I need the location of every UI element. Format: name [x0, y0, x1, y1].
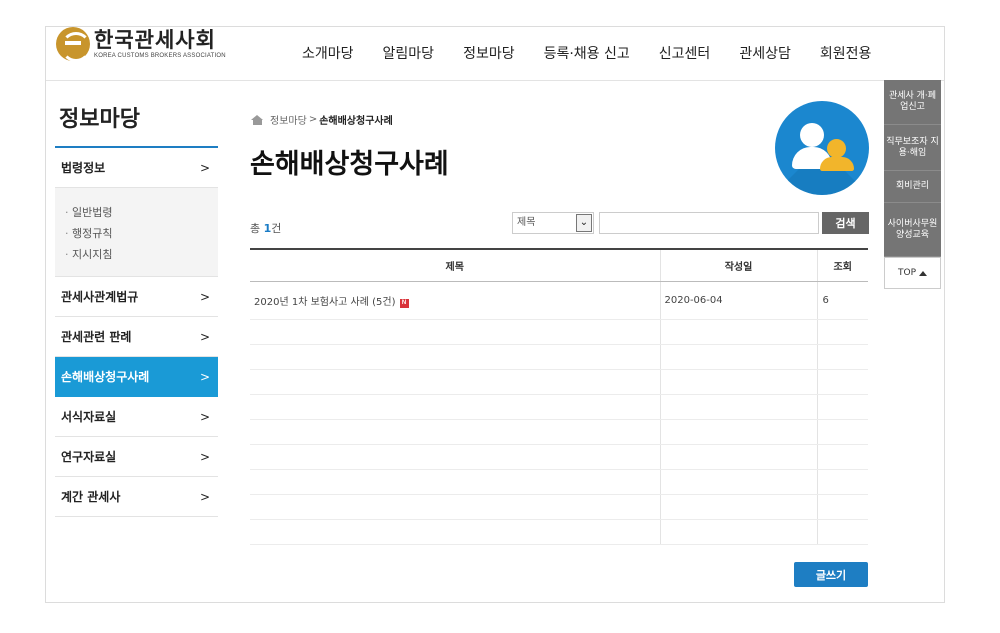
- quick-item-cyber-education[interactable]: 사이버사무원 양성교육: [884, 203, 941, 257]
- sidebar-title: 정보마당: [55, 105, 218, 148]
- sidebar-subitem-admin-rules[interactable]: 행정규칙: [65, 223, 218, 244]
- nav-notice[interactable]: 알림마당: [383, 43, 435, 63]
- quick-item-assistant-hiring[interactable]: 직무보조자 지용·해임: [884, 125, 941, 171]
- chevron-down-icon[interactable]: ⌄: [576, 214, 592, 232]
- sidebar-item-label: 서식자료실: [61, 410, 117, 424]
- sidebar-subitem-general-laws[interactable]: 일반법령: [65, 202, 218, 223]
- global-nav: 소개마당 알림마당 정보마당 등록·채용 신고 신고센터 관세상담 회원전용: [302, 43, 900, 63]
- sidebar: 정보마당 법령정보 > 일반법령 행정규칙 지시지침 관세사관계법규 > 관세관…: [55, 105, 218, 517]
- page-title: 손해배상청구사례: [250, 149, 449, 180]
- nav-report-center[interactable]: 신고센터: [659, 43, 711, 63]
- post-title-link[interactable]: 2020년 1차 보험사고 사례 (5건): [254, 297, 396, 308]
- quick-item-dues[interactable]: 회비관리: [884, 171, 941, 203]
- chevron-right-icon: >: [199, 409, 210, 424]
- chevron-right-icon: >: [199, 160, 210, 175]
- breadcrumb-current: 손해배상청구사례: [319, 116, 393, 127]
- sidebar-item-forms[interactable]: 서식자료실 >: [55, 397, 218, 437]
- sidebar-submenu: 일반법령 행정규칙 지시지침: [55, 188, 218, 277]
- sidebar-item-label: 계간 관세사: [61, 490, 121, 504]
- scroll-top-label: TOP: [897, 268, 916, 278]
- new-badge-icon: N: [399, 298, 409, 308]
- row-views-cell: 6: [816, 281, 868, 320]
- scroll-top-button[interactable]: TOP: [884, 257, 941, 289]
- triangle-up-icon: [919, 270, 927, 276]
- sidebar-subitem-directives[interactable]: 지시지침: [65, 244, 218, 265]
- header-title: 제목: [250, 249, 660, 282]
- logo-korean-text: 한국관세사회: [94, 28, 216, 52]
- chevron-right-icon: >: [199, 489, 210, 504]
- search-button[interactable]: 검색: [822, 212, 869, 234]
- search-input[interactable]: [599, 212, 819, 234]
- sidebar-item-label: 연구자료실: [61, 450, 117, 464]
- nav-intro[interactable]: 소개마당: [302, 43, 354, 63]
- sidebar-item-quarterly[interactable]: 계간 관세사 >: [55, 477, 218, 517]
- breadcrumb-separator: >: [308, 114, 318, 125]
- sidebar-item-damage-claims[interactable]: 손해배상청구사례 >: [55, 357, 218, 397]
- page-frame: 한국관세사회 KOREA CUSTOMS BROKERS ASSOCIATION…: [45, 26, 945, 603]
- site-header: 한국관세사회 KOREA CUSTOMS BROKERS ASSOCIATION…: [46, 27, 944, 81]
- board-table: 제목 작성일 조회 2020년 1차 보험사고 사례 (5건) N 2020-06…: [250, 248, 868, 545]
- write-post-button[interactable]: 글쓰기: [794, 562, 868, 587]
- quick-menu: 관세사 개·폐업신고 직무보조자 지용·해임 회비관리 사이버사무원 양성교육 …: [884, 80, 941, 289]
- sidebar-item-label: 법령정보: [61, 161, 106, 175]
- nav-consulting[interactable]: 관세상담: [739, 43, 791, 63]
- table-row-empty: [250, 394, 868, 420]
- search-bar: 제목 ⌄ 검색: [512, 212, 869, 234]
- sidebar-item-label: 관세관련 판례: [61, 330, 132, 344]
- header-date: 작성일: [659, 249, 817, 282]
- association-emblem-icon: [56, 27, 91, 62]
- nav-info[interactable]: 정보마당: [463, 43, 515, 63]
- quick-item-business-report[interactable]: 관세사 개·폐업신고: [884, 80, 941, 125]
- table-row-empty: [250, 494, 868, 520]
- sidebar-item-broker-regulations[interactable]: 관세사관계법규 >: [55, 277, 218, 317]
- nav-members[interactable]: 회원전용: [820, 43, 872, 63]
- sidebar-item-label: 관세사관계법규: [61, 290, 139, 304]
- search-field-select[interactable]: 제목 ⌄: [512, 212, 594, 234]
- breadcrumb: 정보마당 > 손해배상청구사례: [251, 112, 393, 127]
- table-row-empty: [250, 369, 868, 395]
- row-date-cell: 2020-06-04: [659, 281, 817, 320]
- chevron-right-icon: >: [199, 289, 210, 304]
- table-row-empty: [250, 469, 868, 495]
- home-icon[interactable]: [251, 114, 264, 125]
- sidebar-item-laws[interactable]: 법령정보 >: [55, 148, 218, 188]
- table-row-empty: [250, 319, 868, 345]
- table-row-empty: [250, 419, 868, 445]
- chevron-right-icon: >: [199, 369, 210, 384]
- total-count: 총 1건: [250, 222, 282, 235]
- breadcrumb-parent[interactable]: 정보마당: [270, 112, 307, 127]
- chevron-right-icon: >: [199, 329, 210, 344]
- header-views: 조회: [816, 249, 868, 282]
- sidebar-item-label: 손해배상청구사례: [61, 370, 150, 384]
- table-row-empty: [250, 344, 868, 370]
- sidebar-item-precedents[interactable]: 관세관련 판례 >: [55, 317, 218, 357]
- logo-english-text: KOREA CUSTOMS BROKERS ASSOCIATION: [94, 53, 226, 59]
- site-logo[interactable]: 한국관세사회 KOREA CUSTOMS BROKERS ASSOCIATION: [56, 27, 226, 62]
- nav-registration[interactable]: 등록·채용 신고: [544, 43, 630, 63]
- row-title-cell[interactable]: 2020년 1차 보험사고 사례 (5건) N: [250, 281, 660, 320]
- chevron-right-icon: >: [199, 449, 210, 464]
- users-icon: [775, 101, 869, 195]
- search-field-value: 제목: [517, 217, 536, 228]
- table-row-empty: [250, 519, 868, 545]
- sidebar-item-research[interactable]: 연구자료실 >: [55, 437, 218, 477]
- table-row[interactable]: 2020년 1차 보험사고 사례 (5건) N 2020-06-04 6: [250, 281, 868, 320]
- table-header-row: 제목 작성일 조회: [250, 249, 868, 282]
- table-row-empty: [250, 444, 868, 470]
